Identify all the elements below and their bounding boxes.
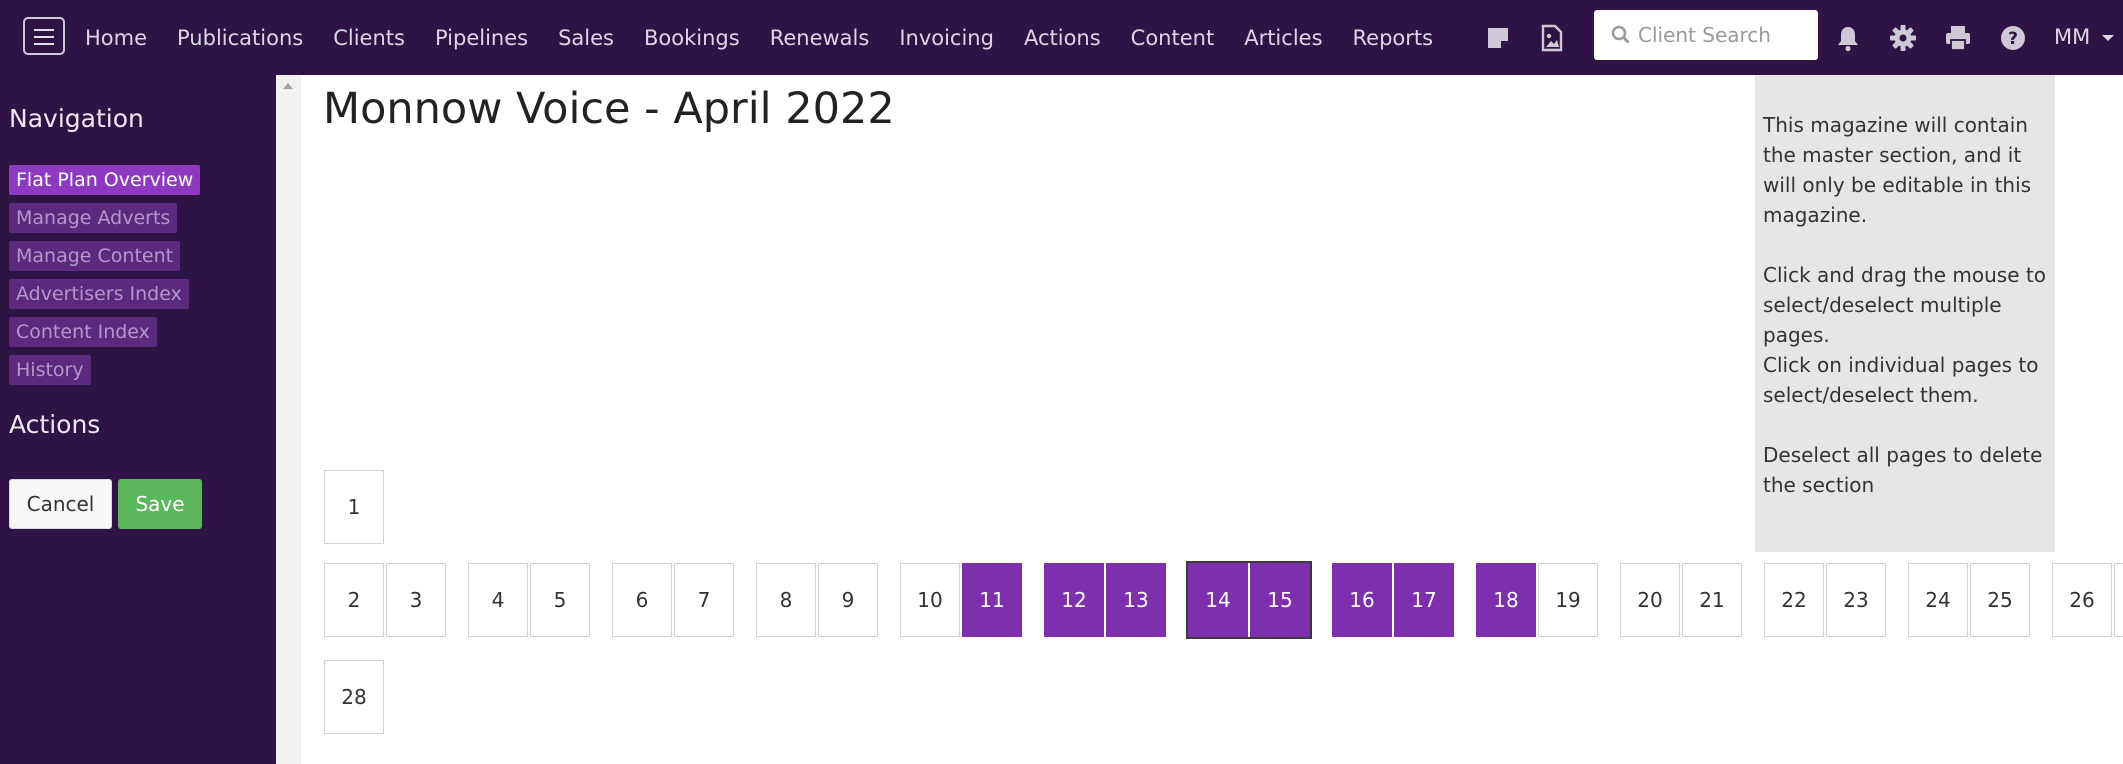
top-navbar: Home Publications Clients Pipelines Sale… <box>0 0 2123 75</box>
selected-spread-outline <box>1186 561 1312 639</box>
bell-icon[interactable] <box>1832 22 1864 54</box>
flat-plan-page[interactable]: 10 <box>900 563 960 637</box>
navigation-heading: Navigation <box>9 104 144 133</box>
flat-plan-page[interactable]: 9 <box>818 563 878 637</box>
flat-plan-page[interactable]: 11 <box>962 563 1022 637</box>
sidebar-item-content-index[interactable]: Content Index <box>9 317 157 347</box>
sidebar-item-history[interactable]: History <box>9 355 91 385</box>
sidebar-item-manage-content[interactable]: Manage Content <box>9 241 181 271</box>
nav-renewals[interactable]: Renewals <box>770 26 870 50</box>
flat-plan-page[interactable]: 13 <box>1106 563 1166 637</box>
sidebar-item-flat-plan-overview[interactable]: Flat Plan Overview <box>9 165 201 195</box>
printer-icon[interactable] <box>1942 22 1974 54</box>
flat-plan-page[interactable]: 8 <box>756 563 816 637</box>
menu-toggle-icon[interactable] <box>23 17 65 55</box>
flat-plan-page[interactable]: 16 <box>1332 563 1392 637</box>
flat-plan-page[interactable]: 18 <box>1476 563 1536 637</box>
sidebar: Navigation Flat Plan Overview Manage Adv… <box>0 75 276 764</box>
flat-plan-page[interactable]: 25 <box>1970 563 2030 637</box>
flat-plan-page[interactable]: 2 <box>324 563 384 637</box>
flat-plan-page[interactable]: 27 <box>2114 563 2123 637</box>
flat-plan-page[interactable]: 6 <box>612 563 672 637</box>
client-search <box>1594 10 1818 60</box>
search-icon <box>1611 25 1630 44</box>
info-panel: This magazine will contain the master se… <box>1755 75 2055 552</box>
flat-plan-page[interactable]: 21 <box>1682 563 1742 637</box>
nav-content[interactable]: Content <box>1131 26 1215 50</box>
flat-plan-page[interactable]: 1 <box>324 470 384 544</box>
nav-bookings[interactable]: Bookings <box>644 26 740 50</box>
flat-plan-page[interactable]: 19 <box>1538 563 1598 637</box>
nav-home[interactable]: Home <box>85 26 147 50</box>
nav-pipelines[interactable]: Pipelines <box>435 26 528 50</box>
flat-plan-page[interactable]: 20 <box>1620 563 1680 637</box>
info-text: This magazine will contain the master se… <box>1763 113 2032 227</box>
info-text: Click and drag the mouse to select/desel… <box>1763 263 2046 347</box>
main-nav: Home Publications Clients Pipelines Sale… <box>85 0 1463 75</box>
nav-invoicing[interactable]: Invoicing <box>899 26 994 50</box>
user-initials: MM <box>2054 25 2091 49</box>
client-search-input[interactable] <box>1638 23 1808 47</box>
image-file-icon[interactable] <box>1536 22 1568 54</box>
flat-plan-page[interactable]: 7 <box>674 563 734 637</box>
nav-actions[interactable]: Actions <box>1024 26 1101 50</box>
flat-plan-page[interactable]: 12 <box>1044 563 1104 637</box>
flat-plan-page[interactable]: 4 <box>468 563 528 637</box>
scroll-up-icon[interactable] <box>283 83 293 89</box>
scrollbar[interactable] <box>276 75 301 764</box>
nav-articles[interactable]: Articles <box>1244 26 1322 50</box>
flat-plan-page[interactable]: 26 <box>2052 563 2112 637</box>
flat-plan-page[interactable]: 24 <box>1908 563 1968 637</box>
page-title: Monnow Voice - April 2022 <box>323 84 895 134</box>
nav-sales[interactable]: Sales <box>558 26 614 50</box>
sidebar-item-manage-adverts[interactable]: Manage Adverts <box>9 203 178 233</box>
sidebar-item-advertisers-index[interactable]: Advertisers Index <box>9 279 189 309</box>
flat-plan-page[interactable]: 22 <box>1764 563 1824 637</box>
save-button[interactable]: Save <box>118 479 202 529</box>
flat-plan-page[interactable]: 5 <box>530 563 590 637</box>
flat-plan-page[interactable]: 17 <box>1394 563 1454 637</box>
gear-icon[interactable] <box>1887 22 1919 54</box>
flat-plan-page[interactable]: 23 <box>1826 563 1886 637</box>
flat-plan-page[interactable]: 28 <box>324 660 384 734</box>
sidebar-nav: Flat Plan Overview Manage Adverts Manage… <box>9 165 201 393</box>
actions-heading: Actions <box>9 410 101 439</box>
flat-plan-page[interactable]: 3 <box>386 563 446 637</box>
cancel-button[interactable]: Cancel <box>9 479 112 529</box>
sticky-note-icon[interactable] <box>1482 22 1514 54</box>
chevron-down-icon <box>2101 35 2114 41</box>
nav-reports[interactable]: Reports <box>1353 26 1434 50</box>
svg-text:?: ? <box>2008 29 2018 49</box>
nav-publications[interactable]: Publications <box>177 26 303 50</box>
nav-clients[interactable]: Clients <box>333 26 405 50</box>
user-menu[interactable]: MM <box>2054 25 2114 49</box>
info-text: Deselect all pages to delete the section <box>1763 443 2043 497</box>
help-icon[interactable]: ? <box>1997 22 2029 54</box>
info-text: Click on individual pages to select/dese… <box>1763 353 2039 407</box>
